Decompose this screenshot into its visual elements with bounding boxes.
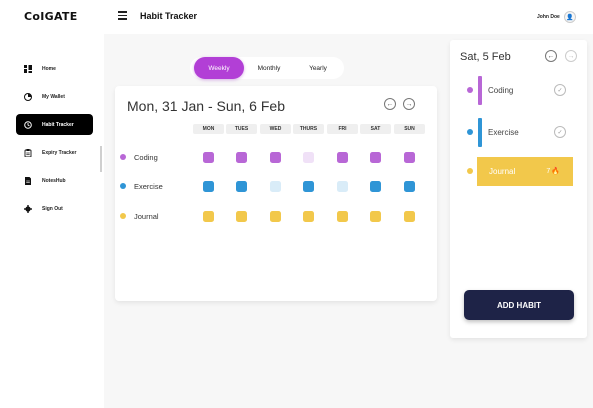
sidebar-item-label: My Wallet (42, 93, 65, 100)
fire-icon: 🔥 (551, 168, 560, 175)
next-week-button[interactable]: → (403, 98, 415, 110)
weekly-habits-card: Mon, 31 Jan - Sun, 6 Feb ← → MON TUES WE… (115, 86, 437, 301)
day-header-tues: TUES (226, 124, 257, 134)
day-header-fri: FRI (327, 124, 358, 134)
habit-cell-exercise-thurs[interactable] (303, 181, 314, 192)
habit-cell-journal-wed[interactable] (270, 211, 281, 222)
sidebar-scroll-indicator (100, 146, 102, 172)
sidebar-item-label: Sign Out (42, 205, 63, 212)
habit-cell-exercise-tues[interactable] (236, 181, 247, 192)
habit-cell-exercise-sat[interactable] (370, 181, 381, 192)
habit-cell-exercise-sun[interactable] (404, 181, 415, 192)
habit-cell-journal-thurs[interactable] (303, 211, 314, 222)
previous-week-button[interactable]: ← (384, 98, 396, 110)
habit-color-bar (478, 76, 482, 105)
streak-badge: 7 🔥 (546, 167, 560, 176)
week-range-title: Mon, 31 Jan - Sun, 6 Feb (127, 98, 285, 114)
tab-yearly[interactable]: Yearly (294, 57, 342, 79)
selected-date-title: Sat, 5 Feb (460, 51, 511, 63)
habit-cell-coding-mon[interactable] (203, 152, 214, 163)
habit-cell-coding-wed[interactable] (270, 152, 281, 163)
day-habit-journal[interactable]: Journal 7 🔥 (466, 157, 578, 186)
streak-count: 7 (546, 167, 551, 175)
sidebar-item-noteshub[interactable]: NotesHub (16, 170, 93, 191)
habit-color-dot (120, 154, 126, 160)
sidebar-item-habit-tracker[interactable]: Habit Tracker (16, 114, 93, 135)
day-header-wed: WED (260, 124, 291, 134)
user-avatar-icon[interactable]: 👤 (563, 11, 576, 23)
sidebar-item-label: NotesHub (42, 177, 66, 184)
sidebar: Home My Wallet Habit Tracker Expiry Trac… (0, 34, 104, 408)
sidebar-item-label: Habit Tracker (42, 121, 74, 128)
wallet-icon (24, 92, 32, 101)
grid-icon (24, 64, 32, 73)
day-header-sun: SUN (394, 124, 425, 134)
sidebar-item-home[interactable]: Home (16, 58, 93, 79)
page-title: Habit Tracker (140, 11, 198, 21)
clipboard-icon (24, 148, 32, 157)
user-menu[interactable]: John Doe 👤 (537, 11, 576, 23)
hamburger-menu-icon[interactable] (118, 11, 127, 20)
habit-cell-coding-sun[interactable] (404, 152, 415, 163)
habit-name-exercise: Exercise (134, 182, 163, 191)
sidebar-item-label: Expiry Tracker (42, 149, 77, 156)
previous-day-button[interactable]: ← (545, 50, 557, 62)
day-habit-label: Journal (489, 167, 516, 176)
tab-weekly[interactable]: Weekly (194, 57, 244, 79)
habit-cell-coding-tues[interactable] (236, 152, 247, 163)
day-header-thurs: THURS (293, 124, 324, 134)
tab-monthly[interactable]: Monthly (244, 57, 294, 79)
habit-cell-journal-mon[interactable] (203, 211, 214, 222)
day-habit-label: Coding (488, 86, 514, 95)
habit-cell-journal-fri[interactable] (337, 211, 348, 222)
habit-color-dot (467, 168, 473, 174)
habit-cell-journal-tues[interactable] (236, 211, 247, 222)
sidebar-item-my-wallet[interactable]: My Wallet (16, 86, 93, 107)
view-tabs: Weekly Monthly Yearly (190, 57, 344, 79)
day-habit-label: Exercise (488, 128, 519, 137)
habit-cell-coding-sat[interactable] (370, 152, 381, 163)
check-circle-icon[interactable]: ✓ (554, 84, 566, 96)
habit-color-dot (467, 87, 473, 93)
day-habit-coding[interactable]: Coding ✓ (466, 76, 578, 105)
top-bar: CoIGATE Habit Tracker John Doe 👤 (0, 0, 593, 34)
app-logo: CoIGATE (24, 10, 78, 23)
habit-cell-exercise-fri[interactable] (337, 181, 348, 192)
habit-color-dot (467, 129, 473, 135)
gear-icon (24, 204, 32, 213)
habit-color-dot (120, 213, 126, 219)
habit-name-journal: Journal (134, 212, 159, 221)
sidebar-item-label: Home (42, 65, 56, 72)
habit-cell-exercise-mon[interactable] (203, 181, 214, 192)
habit-cell-coding-thurs[interactable] (303, 152, 314, 163)
notes-icon (24, 176, 32, 185)
user-name: John Doe (537, 14, 560, 20)
add-habit-button[interactable]: ADD HABIT (464, 290, 574, 320)
next-day-button[interactable]: → (565, 50, 577, 62)
day-header-mon: MON (193, 124, 224, 134)
habit-color-dot (120, 183, 126, 189)
day-header-sat: SAT (360, 124, 391, 134)
habit-cell-exercise-wed[interactable] (270, 181, 281, 192)
habit-color-bar (478, 118, 482, 147)
day-habit-exercise[interactable]: Exercise ✓ (466, 118, 578, 147)
habit-cell-journal-sat[interactable] (370, 211, 381, 222)
sidebar-item-sign-out[interactable]: Sign Out (16, 198, 93, 219)
habit-icon (24, 120, 32, 129)
habit-cell-coding-fri[interactable] (337, 152, 348, 163)
check-circle-icon[interactable]: ✓ (554, 126, 566, 138)
habit-name-coding: Coding (134, 153, 158, 162)
habit-cell-journal-sun[interactable] (404, 211, 415, 222)
sidebar-item-expiry-tracker[interactable]: Expiry Tracker (16, 142, 93, 163)
